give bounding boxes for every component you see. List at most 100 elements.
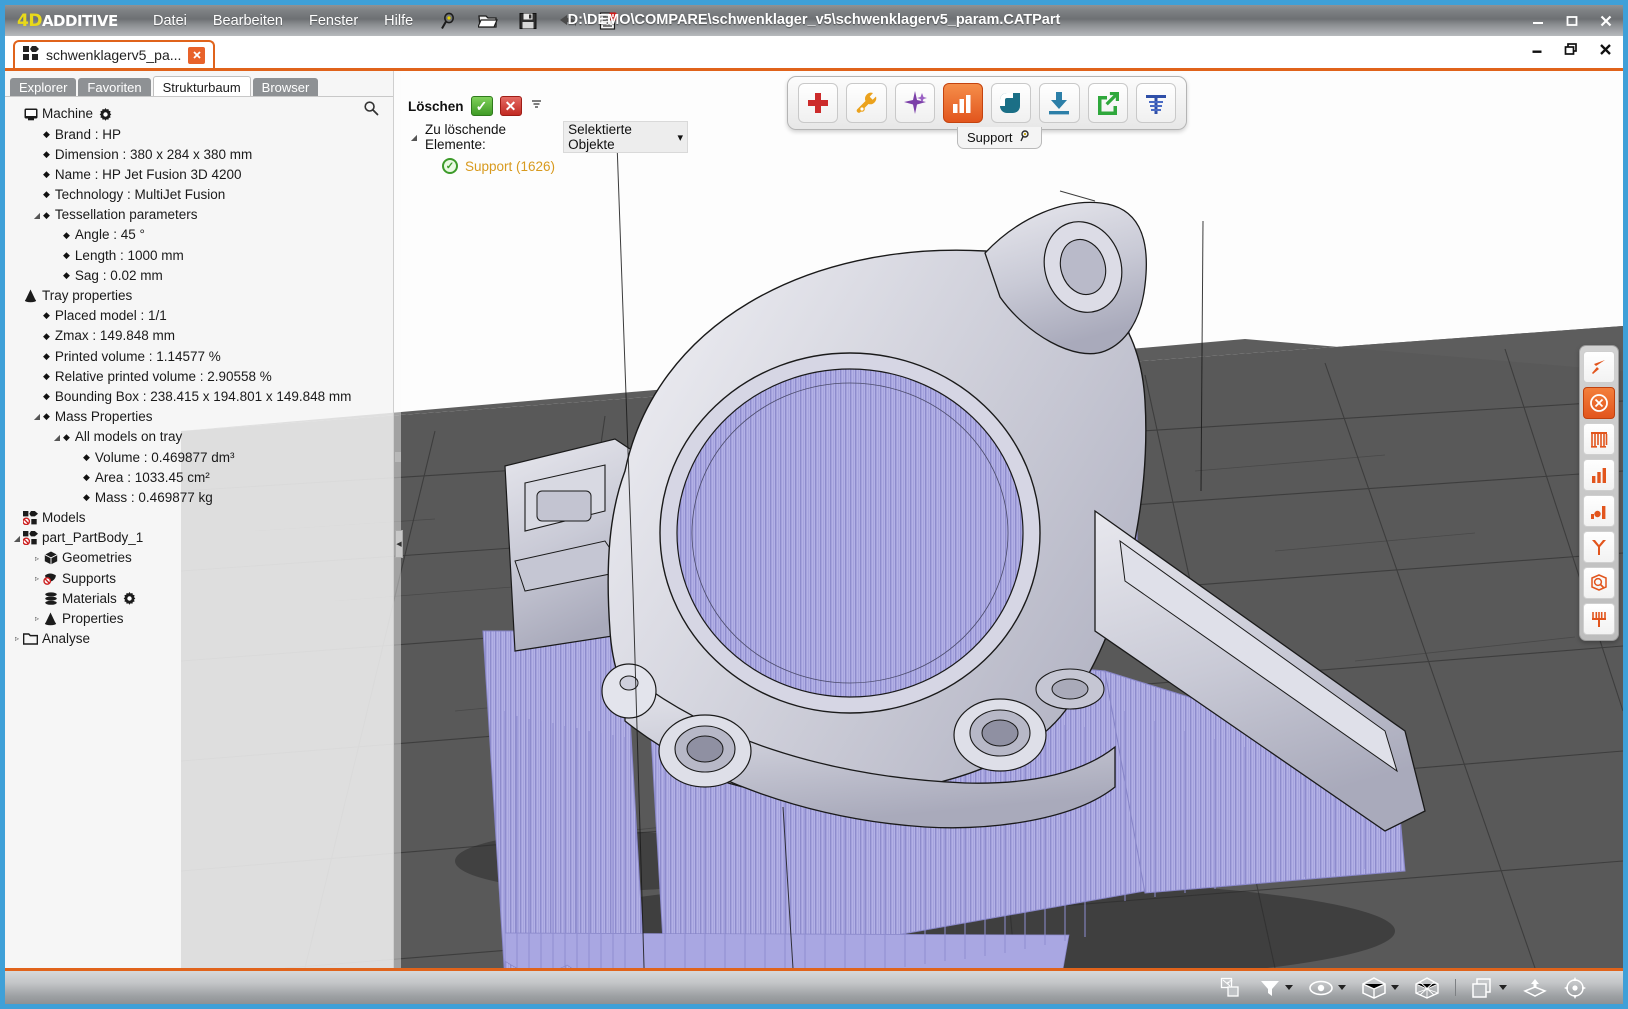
delete-circle-x-icon[interactable] (1583, 387, 1615, 419)
tree-row[interactable]: ◆Mass : 0.469877 kg (5, 488, 394, 508)
tree-row[interactable]: ◢part_PartBody_1 (5, 528, 394, 548)
window-controls[interactable] (1529, 5, 1615, 36)
document-tab-bar[interactable]: schwenklagerv5_pa... (5, 36, 1623, 70)
panel-tab-favoriten[interactable]: Favoriten (78, 78, 150, 97)
titlebar-quick-icons[interactable] (437, 10, 619, 32)
tree-row[interactable]: ▹Supports (5, 568, 394, 588)
mdi-restore-button[interactable] (1563, 41, 1579, 57)
filter-icon[interactable] (1259, 978, 1293, 998)
menu-item-hilfe[interactable]: Hilfe (384, 13, 413, 29)
tree-row[interactable]: ◆Sag : 0.02 mm (5, 266, 394, 286)
title-bar[interactable]: 4DADDITIVE DateiBearbeitenFensterHilfe D… (5, 5, 1623, 36)
selection-mode-dropdown[interactable]: Selektierte Objekte ▾ (563, 121, 688, 153)
tree-row[interactable]: Machine (5, 104, 394, 124)
wrench-tool-icon[interactable] (846, 83, 886, 123)
anchor-supports-icon[interactable] (1583, 603, 1615, 635)
tree-row[interactable]: Tray properties (5, 286, 394, 306)
tree-row[interactable]: ▹Properties (5, 609, 394, 629)
tree-twisty-icon[interactable]: ▹ (31, 554, 43, 563)
tree-row[interactable]: ◆Technology : MultiJet Fusion (5, 185, 394, 205)
mdi-window-controls[interactable] (1529, 41, 1613, 57)
mdi-minimize-button[interactable] (1529, 41, 1545, 57)
gear-icon[interactable] (123, 592, 136, 605)
viewport-scroll-marker[interactable] (395, 452, 401, 462)
visibility-eye-icon[interactable] (1308, 978, 1346, 998)
open-folder-icon[interactable] (477, 10, 499, 32)
menu-item-fenster[interactable]: Fenster (309, 13, 358, 29)
histogram-icon[interactable] (1583, 495, 1615, 527)
structure-tree[interactable]: Machine◆Brand : HP◆Dimension : 380 x 284… (5, 101, 394, 968)
confirm-button[interactable]: ✓ (471, 96, 493, 116)
undo-arrow-icon[interactable] (557, 10, 579, 32)
branch-y-icon[interactable] (1583, 531, 1615, 563)
wireframe-cube-icon[interactable] (1414, 977, 1440, 999)
tree-twisty-icon[interactable]: ◢ (31, 412, 43, 421)
menu-item-datei[interactable]: Datei (153, 13, 187, 29)
tree-twisty-icon[interactable]: ▹ (31, 614, 43, 623)
supports-bars-icon[interactable] (1583, 423, 1615, 455)
panel-splitter[interactable] (394, 71, 401, 968)
delete-dialog[interactable]: Löschen ✓ ✕ ◢ Zu löschende Elemente: Sel… (408, 95, 688, 174)
pin-icon[interactable] (1020, 130, 1032, 145)
mdi-close-button[interactable] (1597, 41, 1613, 57)
chevron-down-icon[interactable] (1338, 985, 1346, 990)
tree-twisty-icon[interactable]: ◢ (51, 433, 63, 442)
chevron-down-icon[interactable] (1391, 985, 1399, 990)
delete-elements-row[interactable]: ◢ Zu löschende Elemente: Selektierte Obj… (408, 121, 688, 153)
render-cube-icon[interactable] (1361, 977, 1399, 999)
tree-row[interactable]: ◆Area : 1033.45 cm² (5, 467, 394, 487)
structure-tree-panel[interactable]: ExplorerFavoritenStrukturbaumBrowser Mac… (5, 71, 394, 968)
fit-view-icon[interactable] (1563, 976, 1587, 1000)
tree-row[interactable]: ◆Name : HP Jet Fusion 3D 4200 (5, 165, 394, 185)
tree-row[interactable]: ◢◆Mass Properties (5, 407, 394, 427)
tree-row[interactable]: ◆Dimension : 380 x 284 x 380 mm (5, 144, 394, 164)
tree-row[interactable]: ◆Placed model : 1/1 (5, 306, 394, 326)
tree-row[interactable]: ◢◆Tessellation parameters (5, 205, 394, 225)
tree-twisty-icon[interactable]: ▹ (31, 574, 43, 583)
tree-row[interactable]: ◢◆All models on tray (5, 427, 394, 447)
delete-target-item[interactable]: ✓ Support (1626) (442, 158, 688, 174)
support-pin-icon[interactable] (1136, 83, 1176, 123)
minimize-button[interactable] (1529, 12, 1547, 30)
panel-tab-strukturbaum[interactable]: Strukturbaum (153, 76, 251, 97)
gear-icon[interactable] (99, 108, 112, 121)
magic-star-icon[interactable] (895, 83, 935, 123)
maximize-button[interactable] (1563, 12, 1581, 30)
tree-row[interactable]: Models (5, 508, 394, 528)
report-warning-icon[interactable] (597, 10, 619, 32)
layers-icon[interactable] (1471, 977, 1507, 999)
tree-twisty-icon[interactable]: ▹ (11, 634, 23, 643)
tree-row[interactable]: ◆Length : 1000 mm (5, 245, 394, 265)
export-share-icon[interactable] (1088, 83, 1128, 123)
save-floppy-icon[interactable] (517, 10, 539, 32)
tree-row[interactable]: ◆Zmax : 149.848 mm (5, 326, 394, 346)
support-toolbar[interactable] (787, 76, 1187, 130)
tree-row[interactable]: ◆Relative printed volume : 2.90558 % (5, 366, 394, 386)
panel-tab-explorer[interactable]: Explorer (10, 78, 76, 97)
add-icon[interactable] (798, 83, 838, 123)
dialog-options-icon[interactable] (531, 99, 542, 113)
menu-item-bearbeiten[interactable]: Bearbeiten (213, 13, 283, 29)
chevron-down-icon[interactable] (1499, 985, 1507, 990)
panel-tabstrip[interactable]: ExplorerFavoritenStrukturbaumBrowser (5, 75, 394, 97)
panel-tab-browser[interactable]: Browser (253, 78, 319, 97)
tree-twisty-icon[interactable]: ◢ (31, 211, 43, 220)
select-mode-icon[interactable] (1220, 977, 1244, 999)
chevron-down-icon[interactable] (1285, 985, 1293, 990)
cancel-button[interactable]: ✕ (500, 96, 522, 116)
copy-layers-icon[interactable] (991, 83, 1031, 123)
inspect-cube-icon[interactable] (1583, 567, 1615, 599)
tree-row[interactable]: ▹Geometries (5, 548, 394, 568)
delete-row-twisty[interactable]: ◢ (408, 133, 420, 142)
download-icon[interactable] (1039, 83, 1079, 123)
close-button[interactable] (1597, 12, 1615, 30)
document-tab[interactable]: schwenklagerv5_pa... (13, 40, 215, 68)
tree-row[interactable]: ◆Angle : 45 ° (5, 225, 394, 245)
plate-view-icon[interactable] (1522, 977, 1548, 999)
tree-row[interactable]: ◆Bounding Box : 238.415 x 194.801 x 149.… (5, 387, 394, 407)
menu-bar[interactable]: Datei Bearbeiten Fenster Hilfe (153, 13, 413, 29)
tree-row[interactable]: ◆Brand : HP (5, 124, 394, 144)
bar-chart-icon[interactable] (943, 83, 983, 123)
select-arrow-icon[interactable] (1583, 351, 1615, 383)
panel-collapse-handle[interactable]: ◀ (395, 530, 403, 558)
